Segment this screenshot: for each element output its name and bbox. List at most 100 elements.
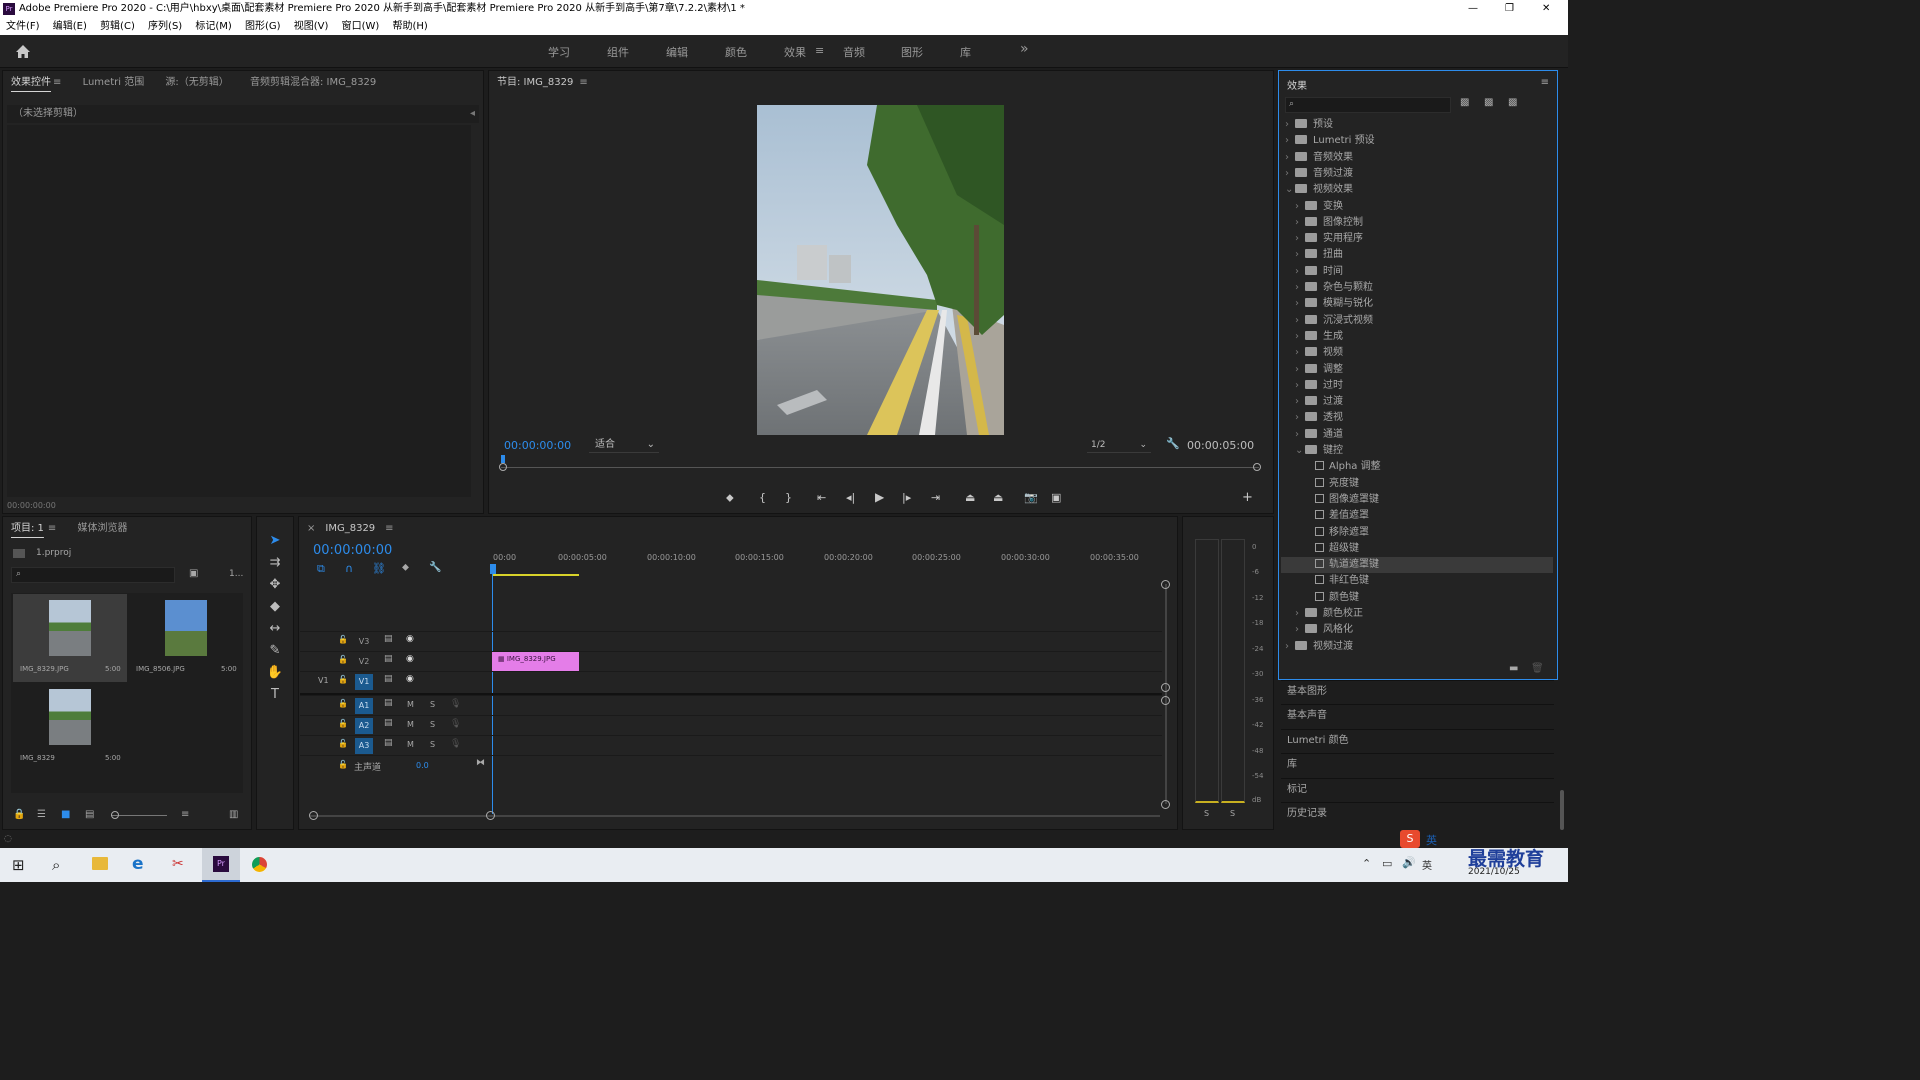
fit-dropdown[interactable]: 适合 ⌄	[589, 437, 659, 453]
effects-tree-item[interactable]: › 沉浸式视频	[1281, 313, 1553, 329]
comparison-view-icon[interactable]: ▣	[1051, 491, 1061, 504]
effects-tree-item[interactable]: 颜色键	[1281, 590, 1553, 606]
timeline-horizontal-scrollbar[interactable]	[310, 815, 1160, 817]
track-a3[interactable]: 🔓 A3 ▤ M S 🎙	[300, 735, 1162, 755]
vscroll-handle[interactable]	[1161, 580, 1170, 589]
new-bin-icon[interactable]: ▣	[189, 568, 198, 579]
mute-button[interactable]: M	[407, 700, 414, 709]
chevron-right-icon[interactable]: ›	[1285, 117, 1295, 133]
chevron-right-icon[interactable]: ›	[1295, 199, 1305, 215]
workspace-tab-color[interactable]: 颜色	[725, 44, 747, 60]
chevron-down-icon[interactable]: ⌄	[1285, 182, 1295, 198]
right-scrollbar[interactable]	[1560, 790, 1564, 830]
menu-graphics[interactable]: 图形(G)	[245, 21, 281, 32]
timeline-clip[interactable]: ▦ IMG_8329.JPG	[492, 652, 579, 671]
scroll-handle-right[interactable]	[486, 811, 495, 820]
track-v3[interactable]: 🔓 V3 ▤ ◉	[300, 631, 1162, 651]
chevron-right-icon[interactable]: ›	[1295, 296, 1305, 312]
lock-icon[interactable]: 🔓	[338, 635, 348, 644]
add-marker-icon[interactable]: ⬥	[726, 491, 734, 505]
workspace-tab-assembly[interactable]: 组件	[607, 44, 629, 60]
effects-tree-item[interactable]: › 变换	[1281, 199, 1553, 215]
lock-icon[interactable]: 🔒	[13, 809, 25, 820]
effects-tree-item[interactable]: › 模糊与锐化	[1281, 296, 1553, 312]
scroll-handle-left[interactable]	[309, 811, 318, 820]
program-timecode[interactable]: 00:00:00:00	[504, 439, 571, 452]
go-to-in-icon[interactable]: ⇤	[817, 491, 826, 504]
timeline-settings-icon[interactable]: 🔧	[429, 562, 441, 573]
menu-window[interactable]: 窗口(W)	[342, 21, 380, 32]
master-volume-value[interactable]: 0.0	[416, 761, 429, 770]
sync-lock-icon[interactable]: ▤	[384, 634, 393, 644]
chevron-right-icon[interactable]: ›	[1295, 622, 1305, 638]
sort-icon[interactable]: ≡	[181, 809, 189, 820]
effects-tree-item[interactable]: › 预设	[1281, 117, 1553, 133]
snipping-tool-icon[interactable]: ✂	[172, 856, 184, 872]
effects-tree-item[interactable]: › 风格化	[1281, 622, 1553, 638]
close-button[interactable]: ✕	[1542, 0, 1550, 18]
search-icon[interactable]: ⌕	[52, 856, 60, 874]
effects-tree-item[interactable]: › Lumetri 预设	[1281, 133, 1553, 149]
menu-view[interactable]: 视图(V)	[294, 21, 329, 32]
collapse-arrow-icon[interactable]: ◂	[470, 105, 475, 123]
workspace-tab-graphics[interactable]: 图形	[901, 44, 923, 60]
32bit-effects-icon[interactable]: ▩	[1484, 97, 1493, 108]
menu-clip[interactable]: 剪辑(C)	[100, 21, 135, 32]
type-tool-icon[interactable]: T	[266, 687, 284, 705]
mute-button[interactable]: M	[407, 740, 414, 749]
ime-language[interactable]: 英	[1426, 832, 1437, 848]
effects-tree-item[interactable]: › 视频	[1281, 345, 1553, 361]
go-to-end-icon[interactable]: ⧓	[476, 758, 485, 768]
effects-search-input[interactable]: ⌕	[1285, 97, 1451, 113]
add-button-icon[interactable]: +	[1242, 490, 1253, 505]
microphone-icon[interactable]: 🎙	[450, 739, 461, 749]
effects-tree-item[interactable]: 亮度键	[1281, 476, 1553, 492]
workspace-menu-icon[interactable]: ≡	[815, 44, 824, 57]
chrome-icon[interactable]	[251, 856, 268, 873]
menu-edit[interactable]: 编辑(E)	[53, 21, 87, 32]
premiere-taskbar-button[interactable]: Pr	[202, 848, 240, 882]
track-v1[interactable]: V1 🔓 V1 ▤ ◉	[300, 671, 1162, 691]
effects-tree-item[interactable]: 图像遮罩键	[1281, 492, 1553, 508]
solo-button[interactable]: S	[430, 700, 435, 709]
tab-effect-controls[interactable]: 效果控件	[11, 77, 51, 88]
lift-icon[interactable]: ⏏	[965, 491, 975, 504]
list-view-icon[interactable]: ☰	[37, 809, 46, 820]
chevron-right-icon[interactable]: ›	[1285, 133, 1295, 149]
edge-icon[interactable]: e	[132, 854, 144, 874]
lock-icon[interactable]: 🔓	[338, 675, 348, 684]
sync-lock-icon[interactable]: ▤	[384, 698, 393, 708]
timeline-sequence-tab[interactable]: IMG_8329	[325, 523, 375, 534]
track-target[interactable]: V1	[355, 674, 373, 690]
mute-button[interactable]: M	[407, 720, 414, 729]
chevron-right-icon[interactable]: ›	[1295, 378, 1305, 394]
lock-icon[interactable]: 🔓	[338, 719, 348, 728]
timeline-menu-icon[interactable]: ≡	[385, 523, 393, 534]
effects-tree-item[interactable]: 移除遮罩	[1281, 525, 1553, 541]
program-playhead[interactable]	[501, 455, 505, 463]
effects-tree-item[interactable]: › 调整	[1281, 362, 1553, 378]
panel-essential-graphics[interactable]: 基本图形	[1281, 680, 1554, 702]
effects-tree-item[interactable]: › 图像控制	[1281, 215, 1553, 231]
zoom-slider[interactable]	[111, 811, 167, 819]
chevron-right-icon[interactable]: ›	[1295, 606, 1305, 622]
sync-lock-icon[interactable]: ▤	[384, 738, 393, 748]
effects-tree-item[interactable]: Alpha 调整	[1281, 459, 1553, 475]
sogou-ime-icon[interactable]: S	[1400, 830, 1420, 848]
chevron-down-icon[interactable]: ⌄	[1295, 443, 1305, 459]
chevron-right-icon[interactable]: ›	[1295, 345, 1305, 361]
microphone-icon[interactable]: 🎙	[450, 699, 461, 709]
snap-icon[interactable]: ∩	[345, 562, 353, 575]
hand-tool-icon[interactable]: ✋	[266, 665, 284, 683]
effects-tree-item[interactable]: 超级键	[1281, 541, 1553, 557]
track-target[interactable]: A1	[355, 698, 373, 714]
workspace-tab-effects[interactable]: 效果	[784, 44, 806, 60]
chevron-right-icon[interactable]: ›	[1295, 280, 1305, 296]
chevron-right-icon[interactable]: ›	[1295, 427, 1305, 443]
effects-tree-item[interactable]: ⌄ 键控	[1281, 443, 1553, 459]
more-workspaces-icon[interactable]: »	[1020, 41, 1029, 57]
chevron-right-icon[interactable]: ›	[1295, 231, 1305, 247]
eye-icon[interactable]: ◉	[406, 674, 414, 684]
project-item-img-8506[interactable]: IMG_8506.JPG 5:00	[127, 594, 241, 682]
tab-lumetri-scopes[interactable]: Lumetri 范围	[83, 77, 145, 88]
